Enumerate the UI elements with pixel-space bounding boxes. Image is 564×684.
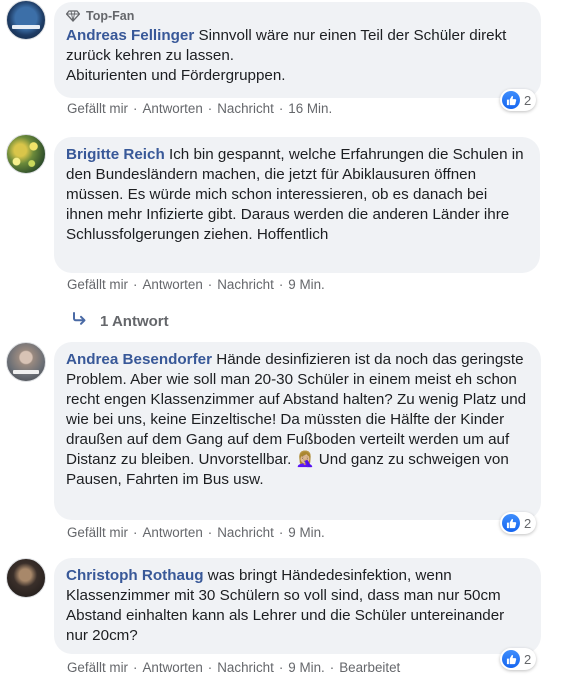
comment-bubble: Andrea Besendorfer Hände desinfizieren i… xyxy=(54,342,541,520)
edited-label: Bearbeitet xyxy=(339,660,401,675)
like-link[interactable]: Gefällt mir xyxy=(67,277,128,292)
avatar[interactable] xyxy=(6,558,46,598)
diamond-icon xyxy=(66,10,80,22)
timestamp[interactable]: 16 Min. xyxy=(288,101,332,116)
reaction-count[interactable]: 2 xyxy=(500,512,537,534)
thumbs-up-icon xyxy=(502,91,520,109)
thumbs-up-icon xyxy=(502,650,520,668)
comment-author[interactable]: Christoph Rothaug xyxy=(66,567,204,584)
reply-link[interactable]: Antworten xyxy=(142,525,202,540)
view-replies-button[interactable]: 1 Antwort xyxy=(72,312,169,330)
reaction-count[interactable]: 2 xyxy=(500,89,537,111)
comment-bubble: Christoph Rothaug was bringt Händedesinf… xyxy=(54,558,541,654)
avatar[interactable] xyxy=(6,134,46,174)
timestamp[interactable]: 9 Min. xyxy=(288,525,324,540)
timestamp[interactable]: 9 Min. xyxy=(288,277,324,292)
like-link[interactable]: Gefällt mir xyxy=(67,525,128,540)
facepalm-emoji: 🤦🏼‍♀️ xyxy=(295,451,315,468)
replies-count[interactable]: 1 Antwort xyxy=(100,313,169,330)
message-link[interactable]: Nachricht xyxy=(217,277,274,292)
reaction-count[interactable]: 2 xyxy=(500,648,537,670)
avatar[interactable] xyxy=(6,0,46,40)
comment-actions: Gefällt mir · Antworten · Nachricht · 9 Min. · B… xyxy=(67,660,401,675)
comment-actions: Gefällt mir · Antworten · Nachricht · 9 Min. xyxy=(67,277,325,292)
message-link[interactable]: Nachricht xyxy=(217,525,274,540)
like-link[interactable]: Gefällt mir xyxy=(67,101,128,116)
message-link[interactable]: Nachricht xyxy=(217,101,274,116)
comment-bubble: Top-Fan Andreas Fellinger Sinnvoll wäre … xyxy=(54,2,541,98)
comment-text: Abiturienten und Fördergruppen. xyxy=(66,67,286,84)
reply-link[interactable]: Antworten xyxy=(142,277,202,292)
avatar[interactable] xyxy=(6,342,46,382)
top-fan-badge: Top-Fan xyxy=(66,7,529,25)
reply-link[interactable]: Antworten xyxy=(142,660,202,675)
comment-actions: Gefällt mir · Antworten · Nachricht · 9 Min. xyxy=(67,525,325,540)
reply-arrow-icon xyxy=(72,312,88,330)
comment-author[interactable]: Andrea Besendorfer xyxy=(66,351,212,368)
thumbs-up-icon xyxy=(502,514,520,532)
comment-author[interactable]: Andreas Fellinger xyxy=(66,27,194,44)
comment-actions: Gefällt mir · Antworten · Nachricht · 16 Min. xyxy=(67,101,333,116)
timestamp[interactable]: 9 Min. xyxy=(288,660,324,675)
reply-link[interactable]: Antworten xyxy=(142,101,202,116)
message-link[interactable]: Nachricht xyxy=(217,660,274,675)
like-link[interactable]: Gefällt mir xyxy=(67,660,128,675)
comment-bubble: Brigitte Reich Ich bin gespannt, welche … xyxy=(54,137,540,273)
comment-author[interactable]: Brigitte Reich xyxy=(66,146,165,163)
